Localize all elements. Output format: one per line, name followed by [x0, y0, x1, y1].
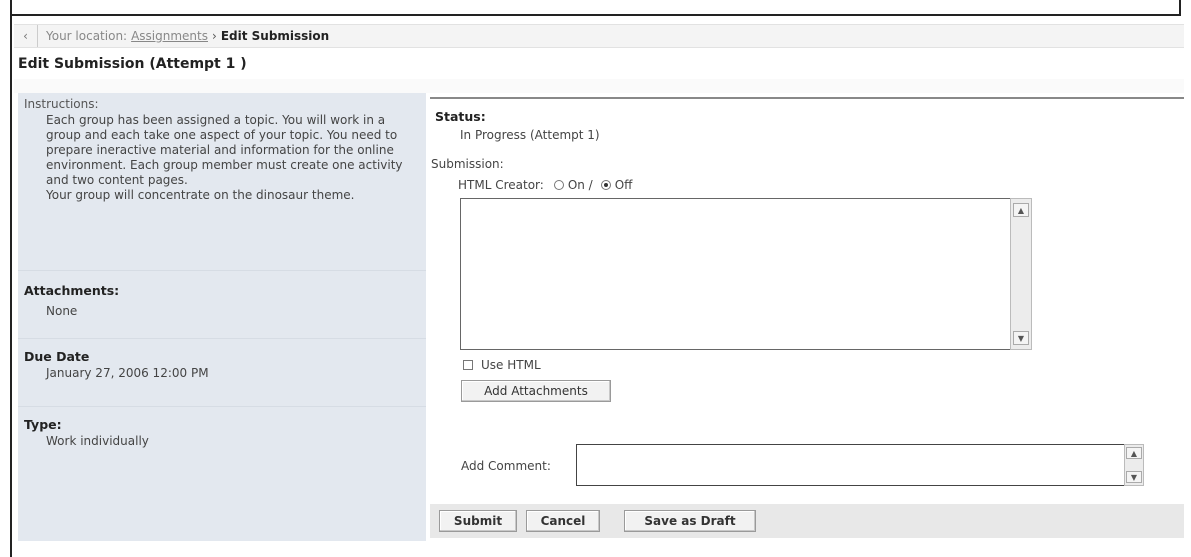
html-creator-off-radio[interactable]: [600, 180, 611, 190]
scroll-up-icon[interactable]: ▲: [1013, 203, 1029, 217]
use-html-checkbox[interactable]: [463, 360, 473, 370]
section-divider: [430, 97, 1184, 99]
window-left-border: [10, 16, 12, 557]
status-label: Status:: [435, 109, 486, 124]
window-top-border: [10, 0, 1181, 16]
breadcrumb: ‹ Your location: Assignments › Edit Subm…: [14, 24, 1184, 48]
html-creator-on-label: On /: [567, 178, 593, 192]
instructions-label: Instructions:: [24, 97, 99, 111]
attachments-label: Attachments:: [24, 283, 120, 298]
comment-textarea[interactable]: [576, 444, 1124, 486]
html-creator-off-label: Off: [614, 178, 633, 192]
instructions-text: Each group has been assigned a topic. Yo…: [46, 113, 403, 187]
submission-label: Submission:: [431, 157, 504, 171]
page-title: Edit Submission (Attempt 1 ): [18, 56, 247, 72]
type-section: Type: Work individually: [18, 407, 426, 457]
back-icon[interactable]: ‹: [14, 25, 38, 47]
title-strip: [14, 79, 1184, 93]
status-value: In Progress (Attempt 1): [460, 128, 600, 142]
due-date-value: January 27, 2006 12:00 PM: [46, 366, 209, 380]
submission-textarea[interactable]: [460, 198, 1032, 350]
html-creator-toggle: HTML Creator: On / Off: [458, 178, 632, 192]
chevron-right-icon: ›: [212, 29, 217, 43]
attachments-section: Attachments: None: [18, 271, 426, 339]
due-date-label: Due Date: [24, 349, 90, 364]
add-attachments-button[interactable]: Add Attachments: [461, 380, 611, 402]
cancel-button[interactable]: Cancel: [526, 510, 600, 532]
scroll-down-icon[interactable]: ▼: [1126, 471, 1142, 483]
breadcrumb-prefix: Your location:: [46, 29, 128, 43]
instructions-text-2: Your group will concentrate on the dinos…: [46, 188, 355, 202]
comment-scrollbar[interactable]: ▲ ▼: [1124, 444, 1144, 486]
assignment-info-panel: Instructions: Each group has been assign…: [18, 93, 426, 541]
scroll-up-icon[interactable]: ▲: [1126, 447, 1142, 459]
type-value: Work individually: [46, 434, 149, 448]
attachments-value: None: [46, 304, 78, 318]
due-date-section: Due Date January 27, 2006 12:00 PM: [18, 339, 426, 407]
breadcrumb-current: Edit Submission: [220, 29, 330, 43]
use-html-option: Use HTML: [463, 358, 541, 372]
save-as-draft-button[interactable]: Save as Draft: [624, 510, 756, 532]
type-label: Type:: [24, 417, 62, 432]
html-creator-label: HTML Creator:: [458, 178, 544, 192]
scroll-down-icon[interactable]: ▼: [1013, 331, 1029, 345]
instructions-section: Instructions: Each group has been assign…: [18, 93, 426, 271]
submission-scrollbar[interactable]: ▲ ▼: [1010, 198, 1032, 350]
add-comment-label: Add Comment:: [461, 459, 551, 473]
breadcrumb-link-assignments[interactable]: Assignments: [131, 29, 208, 43]
submit-button[interactable]: Submit: [439, 510, 517, 532]
use-html-label: Use HTML: [481, 358, 541, 372]
html-creator-on-radio[interactable]: [553, 180, 564, 190]
